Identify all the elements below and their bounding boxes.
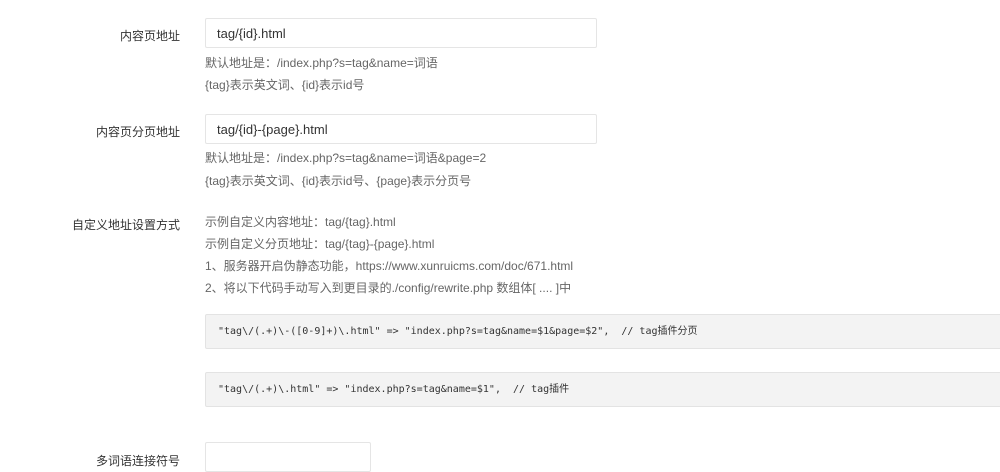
content-page-url-help-2: {tag}表示英文词、{id}表示id号、{page}表示分页号 bbox=[205, 174, 472, 188]
content-page-url-input[interactable] bbox=[205, 114, 597, 144]
content-url-input[interactable] bbox=[205, 18, 597, 48]
connector-label: 多词语连接符号 bbox=[95, 454, 180, 468]
content-url-help-1: 默认地址是：/index.php?s=tag&name=词语 bbox=[205, 56, 438, 70]
content-url-help-2: {tag}表示英文词、{id}表示id号 bbox=[205, 78, 365, 92]
custom-url-help-4: 2、将以下代码手动写入到更目录的./config/rewrite.php 数组体… bbox=[205, 281, 572, 295]
custom-url-help-3: 1、服务器开启伪静态功能，https://www.xunruicms.com/d… bbox=[205, 259, 574, 273]
rewrite-code-block-1: "tag\/(.+)\-([0-9]+)\.html" => "index.ph… bbox=[205, 314, 1000, 349]
custom-url-label: 自定义地址设置方式 bbox=[71, 218, 180, 232]
content-page-url-label: 内容页分页地址 bbox=[95, 125, 180, 139]
content-page-url-help-1: 默认地址是：/index.php?s=tag&name=词语&page=2 bbox=[205, 151, 487, 165]
rewrite-code-block-2: "tag\/(.+)\.html" => "index.php?s=tag&na… bbox=[205, 372, 1000, 407]
content-url-label: 内容页地址 bbox=[119, 29, 180, 43]
custom-url-help-2: 示例自定义分页地址：tag/{tag}-{page}.html bbox=[205, 237, 435, 251]
custom-url-help-1: 示例自定义内容地址：tag/{tag}.html bbox=[205, 215, 396, 229]
